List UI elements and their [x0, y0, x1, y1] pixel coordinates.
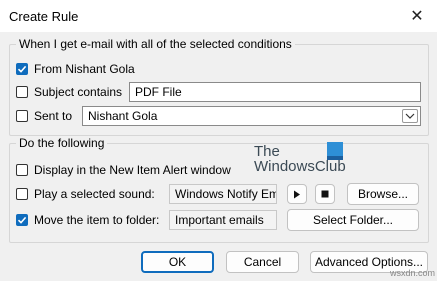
from-label: From Nishant Gola [34, 62, 135, 76]
corner-watermark: wsxdn.com [390, 268, 436, 278]
sent-to-value: Nishant Gola [88, 109, 158, 123]
subject-input[interactable]: PDF File [129, 82, 421, 102]
alert-action-row[interactable]: Display in the New Item Alert window [16, 162, 231, 178]
sent-to-label: Sent to [34, 109, 73, 123]
sent-to-dropdown[interactable]: Nishant Gola [82, 106, 421, 126]
stop-icon [321, 190, 329, 198]
ok-button[interactable]: OK [141, 251, 214, 273]
folder-field: Important emails [169, 210, 277, 230]
from-condition-row[interactable]: From Nishant Gola [16, 61, 135, 77]
select-folder-button[interactable]: Select Folder... [287, 209, 419, 231]
alert-checkbox[interactable] [16, 164, 28, 176]
chevron-down-icon [405, 113, 415, 119]
subject-label: Subject contains [34, 85, 123, 99]
move-action-row[interactable]: Move the item to folder: [16, 212, 159, 228]
move-checkbox[interactable] [16, 214, 28, 226]
logo-name: WindowsClub [254, 158, 346, 175]
stop-sound-button[interactable] [315, 184, 335, 204]
sent-to-condition-row[interactable]: Sent to [16, 108, 72, 124]
conditions-group-label: When I get e-mail with all of the select… [16, 37, 295, 51]
subject-checkbox[interactable] [16, 86, 28, 98]
play-sound-button[interactable] [287, 184, 307, 204]
actions-group-label: Do the following [16, 136, 108, 150]
from-checkbox[interactable] [16, 63, 28, 75]
cancel-button[interactable]: Cancel [226, 251, 299, 273]
sound-action-row[interactable]: Play a selected sound: [16, 186, 155, 202]
create-rule-dialog: Create Rule ✕ When I get e-mail with all… [0, 0, 437, 281]
title-bar: Create Rule ✕ [0, 0, 437, 32]
close-button[interactable]: ✕ [397, 0, 437, 32]
play-icon [294, 190, 300, 198]
sent-to-checkbox[interactable] [16, 110, 28, 122]
advanced-options-label: Advanced Options... [314, 255, 424, 269]
sound-checkbox[interactable] [16, 188, 28, 200]
subject-condition-row[interactable]: Subject contains [16, 84, 122, 100]
close-icon: ✕ [410, 8, 424, 25]
browse-button[interactable]: Browse... [347, 183, 419, 205]
alert-label: Display in the New Item Alert window [34, 163, 231, 177]
dropdown-arrow[interactable] [402, 109, 418, 123]
thewindowsclub-logo: The WindowsClub [254, 142, 346, 175]
windowsclub-logo-icon [327, 142, 343, 160]
window-title: Create Rule [9, 9, 79, 24]
move-label: Move the item to folder: [34, 213, 160, 227]
sound-label: Play a selected sound: [34, 187, 155, 201]
sound-file-field: Windows Notify Em [169, 184, 277, 204]
